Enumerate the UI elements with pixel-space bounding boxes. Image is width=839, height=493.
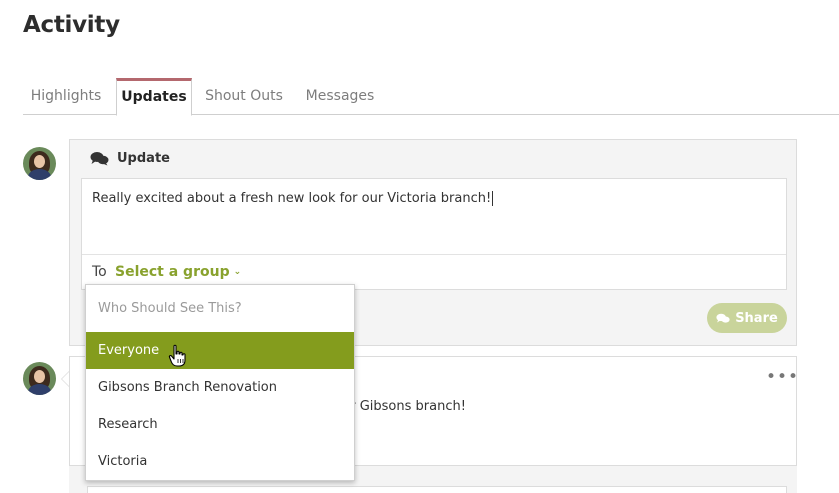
update-text[interactable]: Really excited about a fresh new look fo…	[92, 191, 494, 206]
group-dropdown-menu: Who Should See This? Everyone Gibsons Br…	[85, 284, 355, 481]
hand-cursor-icon	[168, 344, 186, 367]
activity-tabs: Highlights Updates Shout Outs Messages	[23, 78, 839, 116]
chevron-down-icon: ⌄	[233, 267, 242, 277]
chat-bubbles-icon	[90, 152, 109, 166]
comment-box[interactable]	[87, 486, 787, 493]
more-options-icon[interactable]: •••	[766, 369, 799, 386]
avatar[interactable]	[23, 362, 56, 395]
tab-updates[interactable]: Updates	[116, 78, 192, 116]
post-text: ur Gibsons branch!	[342, 399, 466, 414]
dropdown-header: Who Should See This?	[98, 301, 242, 316]
page-title: Activity	[23, 12, 120, 38]
select-group-dropdown[interactable]: Select a group ⌄	[115, 264, 241, 280]
share-button[interactable]: Share	[707, 303, 787, 333]
dropdown-option-everyone[interactable]: Everyone	[86, 332, 354, 369]
avatar[interactable]	[23, 147, 56, 180]
dropdown-option-gibsons-branch-renovation[interactable]: Gibsons Branch Renovation	[86, 369, 354, 406]
post-pointer-fill	[62, 372, 69, 386]
select-group-label[interactable]: Select a group	[115, 264, 230, 280]
dropdown-option-victoria[interactable]: Victoria	[86, 443, 354, 480]
chat-bubbles-icon	[716, 313, 730, 323]
composer-header-label: Update	[117, 151, 170, 166]
dropdown-option-research[interactable]: Research	[86, 406, 354, 443]
share-label[interactable]: Share	[735, 311, 778, 326]
to-label: To	[92, 264, 107, 280]
tab-messages[interactable]: Messages	[297, 78, 383, 115]
composer-header: Update	[90, 151, 170, 166]
update-text-area[interactable]: Really excited about a fresh new look fo…	[81, 178, 787, 290]
tab-highlights[interactable]: Highlights	[23, 78, 109, 115]
tab-shout-outs[interactable]: Shout Outs	[199, 78, 289, 115]
